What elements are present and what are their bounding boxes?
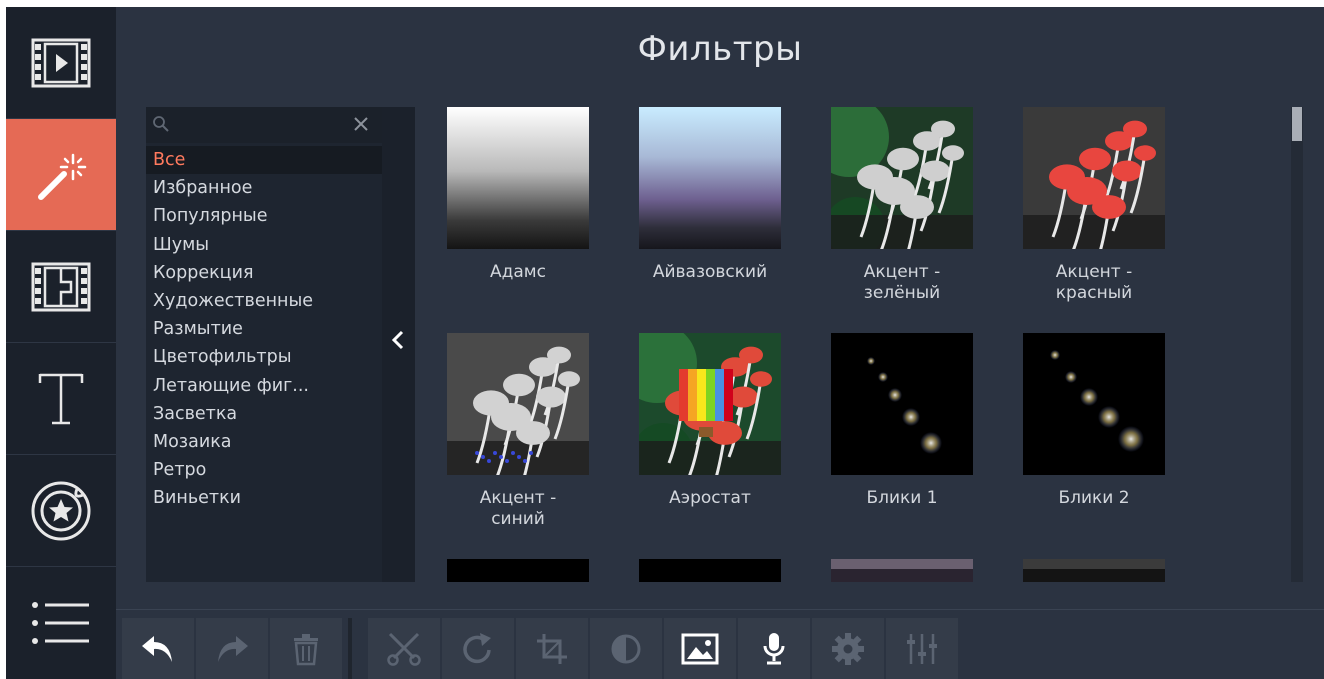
film-play-icon [31, 38, 91, 87]
microphone-icon [763, 633, 785, 665]
filter-thumbnail [1023, 107, 1165, 249]
filter-label: Акцент - синий [479, 488, 557, 529]
category-panel: Все Избранное Популярные Шумы Коррекция … [146, 107, 382, 582]
filter-label: Блики 1 [866, 488, 938, 508]
equalizer-icon [907, 634, 937, 664]
magic-wand-icon [38, 153, 87, 200]
redo-icon [218, 636, 248, 662]
clear-search-icon[interactable] [352, 115, 370, 133]
grid-scrollbar[interactable] [1291, 107, 1303, 582]
transitions-button[interactable] [6, 231, 116, 343]
bottom-toolbar [116, 609, 1324, 679]
category-item-noise[interactable]: Шумы [146, 231, 382, 259]
category-item-flying-objects[interactable]: Летающие фиг... [146, 372, 382, 400]
filter-label: Айвазовский [652, 262, 768, 282]
search-box [146, 107, 382, 143]
category-item-light-leaks[interactable]: Засветка [146, 400, 382, 428]
gear-icon [832, 633, 864, 665]
cut-button[interactable] [368, 618, 440, 679]
category-list: Все Избранное Популярные Шумы Коррекция … [146, 146, 382, 512]
media-import-button[interactable] [6, 7, 116, 119]
filter-thumbnail [639, 333, 781, 475]
trash-icon [294, 634, 318, 666]
filter-label: Адамс [490, 262, 546, 282]
filter-label: Акцент - красный [1055, 262, 1133, 303]
app-window: Фильтры Все Избранное Популярные Шумы Ко… [6, 7, 1324, 679]
filter-label: Аэростат [669, 488, 751, 508]
contrast-icon [611, 634, 641, 664]
list-menu-icon [32, 602, 89, 644]
category-item-vignettes[interactable]: Виньетки [146, 484, 382, 512]
search-icon [153, 116, 169, 132]
filter-label: Акцент - зелёный [863, 262, 941, 303]
image-icon [681, 633, 719, 665]
filter-grid: Адамс Айвазовский Акцент - зелёный Акцен… [415, 107, 1291, 582]
text-T-icon [38, 373, 84, 424]
sticker-star-icon [31, 481, 91, 540]
crop-icon [537, 634, 567, 664]
titles-button[interactable] [6, 343, 116, 455]
crop-button[interactable] [516, 618, 588, 679]
left-toolbar [6, 7, 116, 679]
undo-icon [142, 636, 172, 662]
clip-properties-button[interactable] [812, 618, 884, 679]
filter-thumbnail [447, 107, 589, 249]
more-button[interactable] [6, 567, 116, 679]
filter-thumbnail [447, 559, 589, 582]
color-adjust-button[interactable] [590, 618, 662, 679]
category-item-all[interactable]: Все [146, 146, 382, 175]
filter-thumbnail [1023, 559, 1165, 582]
category-item-blur[interactable]: Размытие [146, 315, 382, 343]
collapse-categories-button[interactable] [382, 107, 415, 582]
category-item-popular[interactable]: Популярные [146, 202, 382, 230]
filters-button[interactable] [6, 119, 116, 231]
redo-button[interactable] [196, 618, 268, 679]
filter-thumbnail [639, 107, 781, 249]
undo-button[interactable] [122, 618, 194, 679]
image-button[interactable] [664, 618, 736, 679]
record-audio-button[interactable] [738, 618, 810, 679]
category-item-retro[interactable]: Ретро [146, 456, 382, 484]
stickers-button[interactable] [6, 455, 116, 567]
category-item-favorites[interactable]: Избранное [146, 174, 382, 202]
film-transition-icon [31, 262, 91, 311]
category-item-mosaic[interactable]: Мозаика [146, 428, 382, 456]
panel-title: Фильтры [637, 29, 803, 69]
filter-thumbnail [831, 333, 973, 475]
filter-thumbnail [1023, 333, 1165, 475]
filter-label: Блики 2 [1058, 488, 1130, 508]
scissors-icon [387, 632, 421, 666]
filter-thumbnail [639, 559, 781, 582]
filter-thumbnail [831, 107, 973, 249]
category-item-color-filters[interactable]: Цветофильтры [146, 343, 382, 371]
search-input[interactable] [172, 111, 346, 139]
filter-thumbnail [447, 333, 589, 475]
scrollbar-thumb[interactable] [1292, 107, 1302, 141]
chevron-left-icon [391, 330, 404, 350]
rotate-icon [463, 633, 491, 664]
filter-thumbnail [831, 559, 973, 582]
rotate-button[interactable] [442, 618, 514, 679]
category-item-artistic[interactable]: Художественные [146, 287, 382, 315]
category-item-correction[interactable]: Коррекция [146, 259, 382, 287]
toolbar-separator [348, 618, 352, 679]
delete-button[interactable] [270, 618, 342, 679]
equalizer-button[interactable] [886, 618, 958, 679]
